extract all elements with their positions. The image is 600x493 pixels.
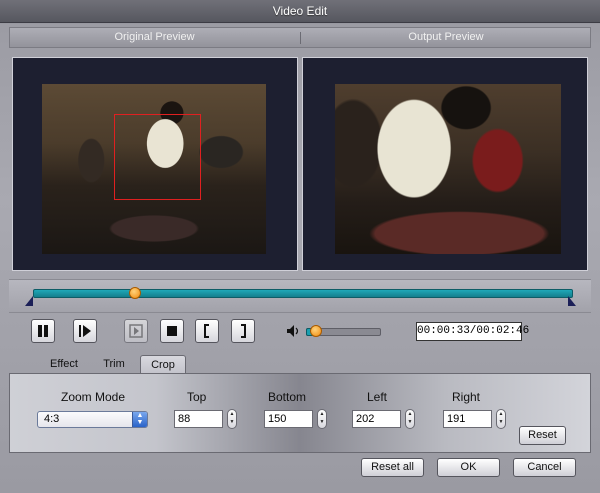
ok-button[interactable]: OK bbox=[437, 458, 500, 477]
top-field[interactable] bbox=[174, 410, 223, 428]
left-input[interactable] bbox=[353, 411, 401, 427]
original-preview-pane bbox=[12, 57, 298, 271]
reset-all-button[interactable]: Reset all bbox=[361, 458, 424, 477]
left-label: Left bbox=[367, 390, 388, 404]
tab-trim[interactable]: Trim bbox=[94, 355, 134, 373]
step-forward-button[interactable] bbox=[73, 319, 97, 343]
output-preview-pane bbox=[302, 57, 588, 271]
select-arrows-icon: ▲ ▼ bbox=[132, 412, 147, 427]
speaker-icon bbox=[287, 325, 299, 337]
trim-start-marker[interactable] bbox=[25, 296, 33, 306]
cancel-button[interactable]: Cancel bbox=[513, 458, 576, 477]
reset-button[interactable]: Reset bbox=[519, 426, 566, 445]
timeline-slider[interactable] bbox=[33, 289, 573, 298]
stop-button[interactable] bbox=[160, 319, 184, 343]
right-label: Right bbox=[452, 390, 481, 404]
top-input[interactable] bbox=[175, 411, 223, 427]
next-frame-icon bbox=[129, 324, 143, 338]
trim-end-marker[interactable] bbox=[568, 296, 576, 306]
top-label: Top bbox=[187, 390, 207, 404]
stop-icon bbox=[167, 326, 177, 336]
right-field[interactable] bbox=[443, 410, 492, 428]
right-stepper[interactable]: ▲ ▼ bbox=[496, 409, 506, 429]
top-stepper[interactable]: ▲ ▼ bbox=[227, 409, 237, 429]
crop-rectangle[interactable] bbox=[114, 114, 201, 200]
mark-in-icon bbox=[204, 324, 209, 338]
left-stepper[interactable]: ▲ ▼ bbox=[405, 409, 415, 429]
zoom-mode-label: Zoom Mode bbox=[61, 390, 126, 404]
bottom-label: Bottom bbox=[268, 390, 307, 404]
bottom-field[interactable] bbox=[264, 410, 313, 428]
output-video-frame bbox=[335, 84, 561, 254]
mark-out-button[interactable] bbox=[231, 319, 255, 343]
left-field[interactable] bbox=[352, 410, 401, 428]
next-frame-button[interactable] bbox=[124, 319, 148, 343]
zoom-mode-select[interactable]: 4:3 ▲ ▼ bbox=[37, 411, 148, 428]
zoom-mode-value: 4:3 bbox=[44, 413, 60, 425]
mark-in-button[interactable] bbox=[195, 319, 219, 343]
pause-button[interactable] bbox=[31, 319, 55, 343]
tab-effect[interactable]: Effect bbox=[38, 355, 90, 373]
output-preview-label: Output Preview bbox=[408, 31, 484, 43]
video-edit-window: Video Edit Original Preview Output Previ… bbox=[0, 0, 600, 493]
tab-crop[interactable]: Crop bbox=[140, 355, 186, 374]
mark-out-icon bbox=[241, 324, 246, 338]
timecode-display: 00:00:33/00:02:46 bbox=[416, 322, 529, 341]
bottom-input[interactable] bbox=[265, 411, 313, 427]
right-input[interactable] bbox=[444, 411, 492, 427]
bottom-stepper[interactable]: ▲ ▼ bbox=[317, 409, 327, 429]
step-forward-icon bbox=[79, 325, 91, 337]
original-preview-label: Original Preview bbox=[114, 31, 195, 43]
window-title: Video Edit bbox=[0, 0, 600, 23]
pause-icon bbox=[38, 325, 48, 337]
